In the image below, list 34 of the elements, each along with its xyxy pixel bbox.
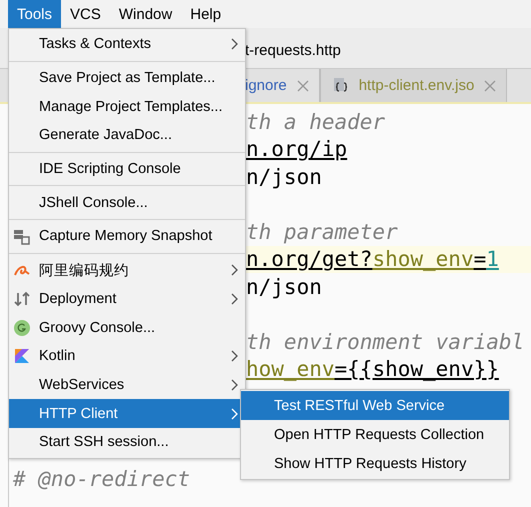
menu-item[interactable]: Save Project as Template... bbox=[9, 64, 245, 92]
editor-tab[interactable]: ignore bbox=[245, 69, 320, 102]
menu-item[interactable]: Show HTTP Requests History bbox=[241, 449, 509, 478]
close-icon[interactable] bbox=[296, 80, 309, 92]
breadcrumb-file[interactable]: t-requests.http bbox=[245, 42, 341, 58]
menu-item[interactable]: Kotlin bbox=[9, 342, 245, 371]
menu-title[interactable]: Help bbox=[181, 0, 230, 28]
code-line: n/json bbox=[246, 274, 322, 299]
code-line: # @no-redirect bbox=[13, 467, 190, 492]
menu-title[interactable]: Window bbox=[110, 0, 182, 28]
menu-item[interactable]: Test RESTful Web Service bbox=[241, 391, 509, 420]
code-line: th a header bbox=[246, 110, 386, 134]
menu-item[interactable]: Capture Memory Snapshot bbox=[9, 222, 245, 251]
code-line: th parameter bbox=[246, 220, 398, 244]
menu-item[interactable]: IDE Scripting Console bbox=[9, 154, 245, 184]
menu-item[interactable]: Groovy Console... bbox=[9, 313, 245, 342]
code-line: how_env={{show_env}} bbox=[246, 357, 499, 382]
menu-title[interactable]: VCS bbox=[61, 0, 110, 28]
code-line: th environment variabl bbox=[246, 330, 524, 354]
json-file-icon bbox=[332, 76, 349, 94]
menu-title[interactable]: Tools bbox=[8, 0, 62, 28]
code-line: n/json bbox=[246, 164, 322, 189]
menu-item[interactable]: Manage Project Templates... bbox=[9, 92, 245, 122]
menu-item[interactable]: Generate JavaDoc... bbox=[9, 121, 245, 150]
menu-item[interactable]: Deployment bbox=[9, 284, 245, 314]
menu-item[interactable]: JShell Console... bbox=[9, 188, 245, 218]
menu-item[interactable]: Tasks & Contexts bbox=[9, 30, 245, 59]
code-line: n.org/ip bbox=[246, 137, 348, 162]
code-line: n.org/get?show_env=1 bbox=[246, 247, 499, 272]
menu-item[interactable]: 阿里编码规约 bbox=[9, 256, 245, 284]
up-down-arrows-icon bbox=[13, 290, 31, 308]
circle-icon bbox=[13, 318, 31, 337]
close-icon[interactable] bbox=[484, 80, 496, 92]
triangle-logo-icon bbox=[13, 347, 31, 366]
